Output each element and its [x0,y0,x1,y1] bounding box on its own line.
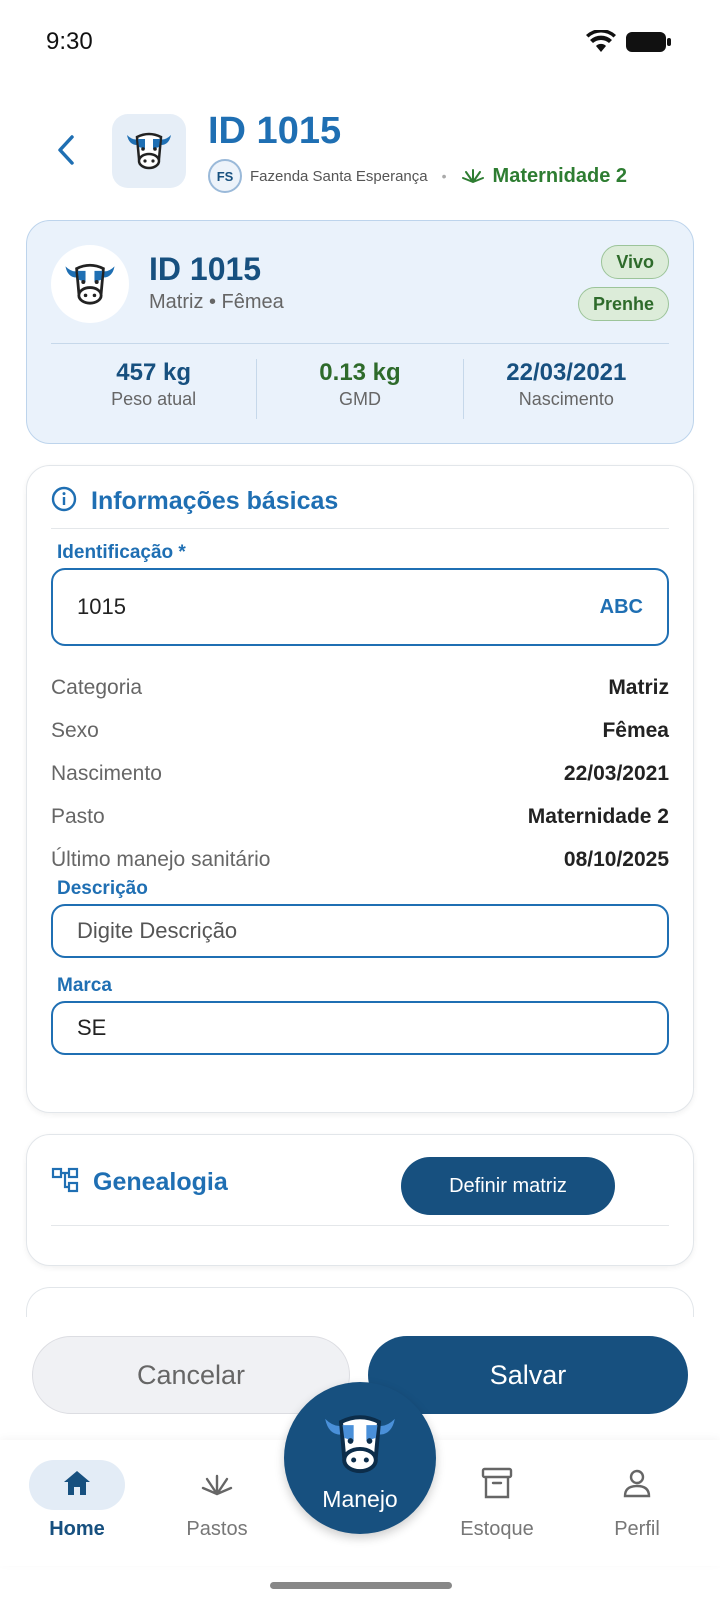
animal-avatar [112,114,186,188]
chevron-left-icon [54,133,78,172]
page-header: ID 1015 FS Fazenda Santa Esperança • Mat… [0,110,720,200]
row-sexo: Sexo Fêmea [51,719,669,743]
section-title: Genealogia [93,1168,228,1196]
farm-badge: FS [208,159,242,193]
stat-label: Nascimento [518,389,614,409]
nav-perfil[interactable]: Perfil [582,1460,692,1541]
section-title: Informações básicas [91,487,339,515]
info-icon [51,486,77,517]
hierarchy-icon [51,1167,79,1198]
description-label: Descrição [57,878,148,899]
brand-label: Marca [57,975,112,996]
nav-label: Home [49,1518,105,1540]
row-key: Categoria [51,676,143,699]
cow-icon [123,125,175,178]
row-key: Último manejo sanitário [51,848,271,871]
summary-avatar [51,245,129,323]
home-icon [61,1468,93,1503]
row-key: Sexo [51,719,99,742]
grass-icon [461,164,485,189]
stat-weight: 457 kg Peso atual [51,359,258,419]
section-divider [51,528,669,529]
nav-pastos[interactable]: Pastos [162,1460,272,1541]
next-section-card [26,1287,694,1317]
row-value: Fêmea [602,719,669,742]
status-badge-prenhe: Prenhe [577,287,669,321]
row-value: Maternidade 2 [527,805,669,828]
summary-subtitle: Matriz • Fêmea [149,291,284,313]
keyboard-type-toggle[interactable]: ABC [600,596,643,619]
header-subtitle: FS Fazenda Santa Esperança • Maternidade… [208,158,627,194]
status-icons [586,29,672,59]
identification-label: Identificação * [57,542,186,563]
stat-value: 22/03/2021 [506,359,627,386]
row-key: Pasto [51,805,105,828]
stat-label: GMD [338,389,381,409]
brand-input[interactable]: SE [51,1001,669,1055]
stat-value: 457 kg [116,359,192,386]
define-matriz-button[interactable]: Definir matriz [401,1157,615,1215]
archive-icon [480,1466,514,1505]
animal-summary-card: ID 1015 Matriz • Fêmea Vivo Prenhe 457 k… [26,220,694,444]
nav-label: Perfil [614,1518,660,1540]
status-bar: 9:30 [0,0,720,90]
farm-name: Fazenda Santa Esperança [250,167,428,185]
description-input[interactable]: Digite Descrição [51,904,669,958]
nav-home[interactable]: Home [22,1460,132,1541]
stat-gmd: 0.13 kg GMD [257,359,464,419]
stat-value: 0.13 kg [319,359,401,386]
status-badge-vivo: Vivo [601,245,669,279]
genealogy-header: Genealogia [51,1167,228,1198]
row-value: 08/10/2025 [563,848,669,871]
person-icon [621,1467,653,1504]
identification-value: 1015 [77,594,126,619]
nav-label: Estoque [460,1518,534,1540]
battery-icon [626,30,672,59]
wifi-icon [586,29,616,59]
summary-stats: 457 kg Peso atual 0.13 kg GMD 22/03/2021… [51,359,669,419]
nav-label: Pastos [186,1518,248,1540]
summary-divider [51,343,669,344]
home-indicator [270,1582,452,1589]
nav-estoque[interactable]: Estoque [442,1460,552,1541]
basic-info-header: Informações básicas [51,486,338,517]
basic-info-card: Informações básicas Identificação * 1015… [26,465,694,1113]
status-time: 9:30 [46,28,93,55]
cow-icon [318,1403,402,1484]
stat-birth: 22/03/2021 Nascimento [464,359,669,419]
row-key: Nascimento [51,762,162,785]
cow-icon [61,255,119,314]
row-ultimo-manejo: Último manejo sanitário 08/10/2025 [51,848,669,872]
separator-dot: • [441,168,447,184]
genealogy-card: Genealogia Definir matriz [26,1134,694,1266]
grass-icon [200,1469,234,1502]
stat-label: Peso atual [111,389,197,409]
row-value: Matriz [608,676,669,699]
manejo-button[interactable]: Manejo [284,1382,436,1534]
identification-input[interactable]: 1015 ABC [51,568,669,646]
back-button[interactable] [44,130,88,174]
row-nascimento: Nascimento 22/03/2021 [51,762,669,786]
manejo-label: Manejo [322,1486,398,1512]
summary-id: ID 1015 [149,251,262,287]
section-divider [51,1225,669,1226]
brand-value: SE [77,1015,107,1040]
row-pasto: Pasto Maternidade 2 [51,805,669,829]
row-value: 22/03/2021 [563,762,669,785]
cancel-button[interactable]: Cancelar [32,1336,350,1414]
row-categoria: Categoria Matriz [51,676,669,700]
pasture-name: Maternidade 2 [492,164,628,187]
description-placeholder: Digite Descrição [77,918,238,943]
page-title: ID 1015 [208,110,342,152]
save-button[interactable]: Salvar [368,1336,688,1414]
